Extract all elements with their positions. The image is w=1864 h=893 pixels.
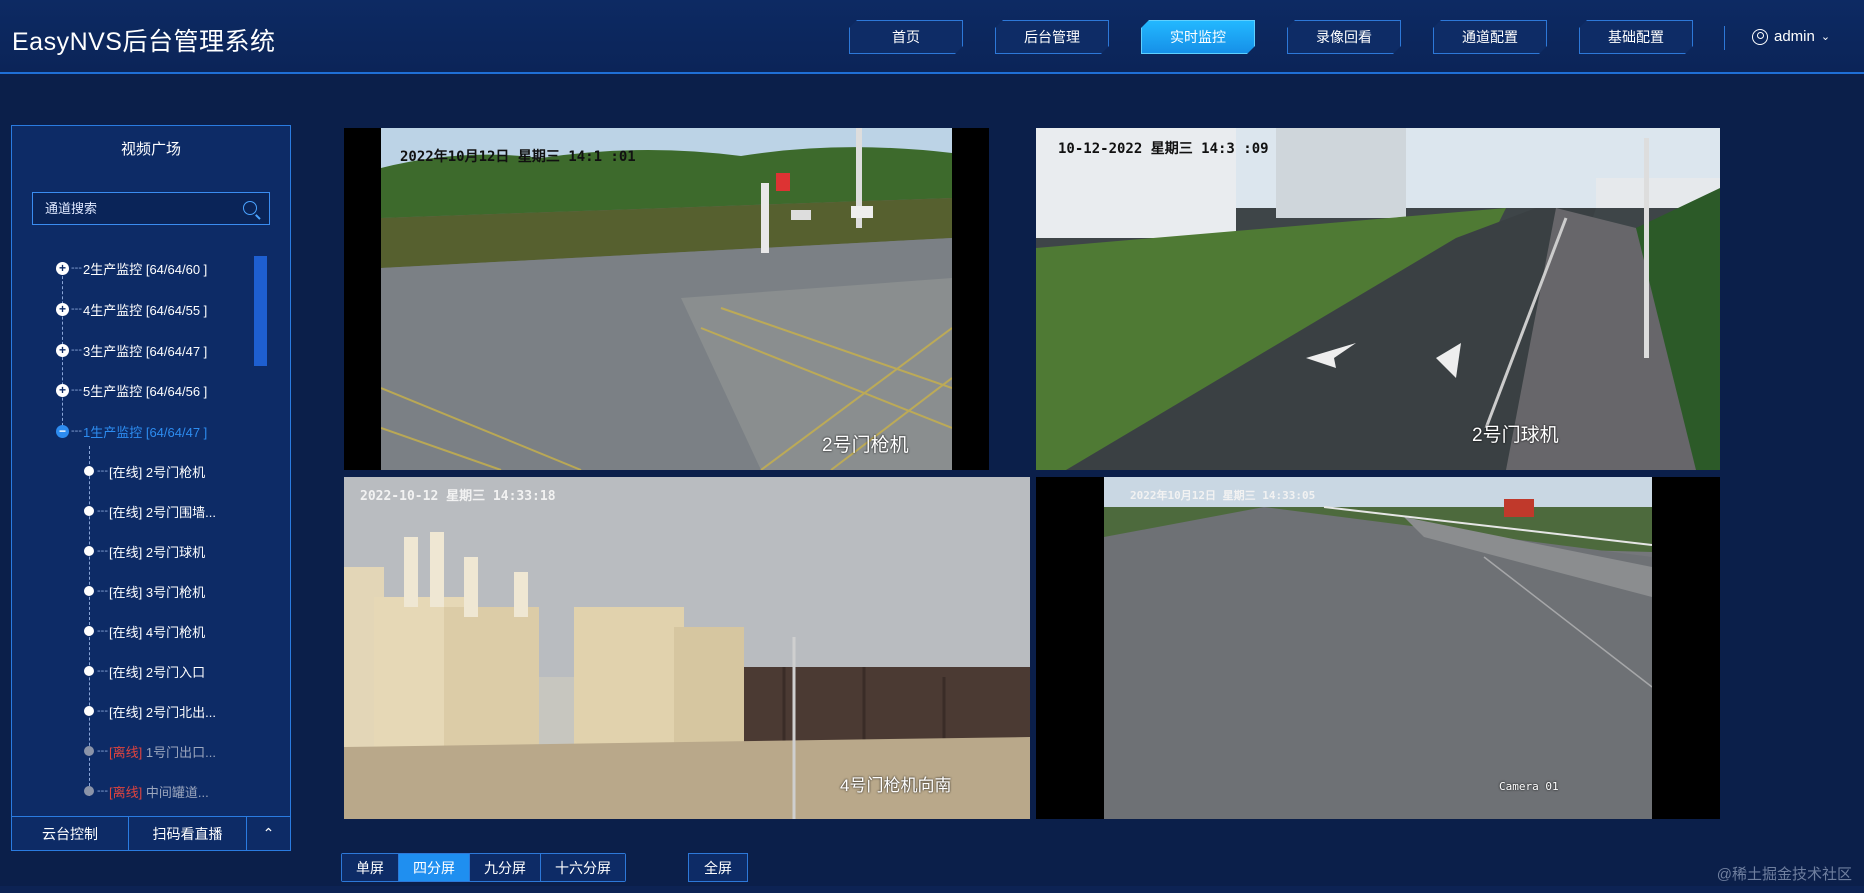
tree-group-expanded[interactable]: − --- 1生产监控 [64/64/47 ] [56, 419, 207, 443]
tree-group[interactable]: + --- 4生产监控 [64/64/55 ] [56, 297, 207, 321]
nav-divider [1724, 26, 1725, 50]
layout-sixteen-button[interactable]: 十六分屏 [541, 854, 625, 881]
collapse-footer-button[interactable]: ⌃ [247, 817, 290, 850]
camera-feed-image [381, 128, 952, 470]
video-grid: 2022年10月12日 星期三 14:1 :01 2号门枪机 10-12-202… [344, 128, 1720, 819]
scan-live-button[interactable]: 扫码看直播 [129, 817, 247, 850]
camera-label: Camera 01 [1499, 780, 1559, 793]
video-cell-1[interactable]: 2022年10月12日 星期三 14:1 :01 2号门枪机 [344, 128, 989, 470]
app-title: EasyNVS后台管理系统 [12, 28, 276, 56]
sidebar-footer: 云台控制 扫码看直播 ⌃ [12, 816, 290, 850]
online-dot-icon [84, 666, 94, 676]
layout-single-button[interactable]: 单屏 [342, 854, 399, 881]
offline-dot-icon [84, 786, 94, 796]
online-dot-icon [84, 506, 94, 516]
user-name: admin [1774, 28, 1815, 45]
online-dot-icon [84, 586, 94, 596]
bottom-strip [0, 886, 1864, 893]
channel-item[interactable]: --- [在线] 2号门围墙... [84, 499, 216, 523]
collapse-icon[interactable]: − [56, 424, 69, 438]
tree-group[interactable]: + --- 3生产监控 [64/64/47 ] [56, 338, 207, 362]
scrollbar[interactable] [254, 256, 267, 366]
camera-feed-image [1104, 477, 1652, 819]
camera-label: 2号门枪机 [822, 435, 909, 456]
nav-playback[interactable]: 录像回看 [1287, 20, 1401, 54]
chevron-down-icon: ⌄ [1820, 31, 1831, 43]
fullscreen-button[interactable]: 全屏 [688, 853, 748, 882]
expand-icon[interactable]: + [56, 343, 69, 357]
expand-icon[interactable]: + [56, 383, 69, 397]
channel-item[interactable]: --- [在线] 2号门入口 [84, 659, 205, 683]
channel-item-offline[interactable]: --- [离线] 中间罐道... [84, 779, 209, 803]
offline-dot-icon [84, 746, 94, 756]
online-dot-icon [84, 706, 94, 716]
tree-group[interactable]: + --- 5生产监控 [64/64/56 ] [56, 378, 207, 402]
chevron-up-icon: ⌃ [262, 825, 275, 841]
channel-item[interactable]: --- [在线] 2号门北出... [84, 699, 216, 723]
nav-basic-config[interactable]: 基础配置 [1579, 20, 1693, 54]
nav-channel-config[interactable]: 通道配置 [1433, 20, 1547, 54]
layout-nine-button[interactable]: 九分屏 [470, 854, 541, 881]
video-cell-4[interactable]: 2022年10月12日 星期三 14:33:05 Camera 01 [1036, 477, 1720, 819]
layout-switcher: 单屏 四分屏 九分屏 十六分屏 [341, 853, 626, 882]
expand-icon[interactable]: + [56, 261, 69, 275]
channel-item[interactable]: --- [在线] 3号门枪机 [84, 579, 205, 603]
camera-timestamp: 2022年10月12日 星期三 14:33:05 [1130, 489, 1316, 502]
tree-group[interactable]: + --- 2生产监控 [64/64/60 ] [56, 256, 207, 280]
video-cell-2[interactable]: 10-12-2022 星期三 14:3 :09 2号门球机 [1036, 128, 1720, 470]
channel-item[interactable]: --- [在线] 4号门枪机 [84, 619, 205, 643]
nav-live-monitor[interactable]: 实时监控 [1141, 20, 1255, 54]
user-icon [1752, 28, 1768, 45]
watermark: @稀土掘金技术社区 [1716, 866, 1852, 883]
channel-item-offline[interactable]: --- [离线] 1号门出口... [84, 739, 216, 763]
camera-timestamp: 2022-10-12 星期三 14:33:18 [360, 489, 556, 504]
online-dot-icon [84, 546, 94, 556]
channel-item[interactable]: --- [在线] 2号门球机 [84, 539, 205, 563]
video-cell-3[interactable]: 2022-10-12 星期三 14:33:18 4号门枪机向南 [344, 477, 1030, 819]
camera-feed-image [344, 477, 1030, 819]
ptz-control-button[interactable]: 云台控制 [12, 817, 129, 850]
sidebar-panel: 视频广场 +--- 2生产监控 [64/64/60 ] +--- 4生产监控 [… [11, 125, 291, 851]
camera-feed-image [1036, 128, 1720, 470]
online-dot-icon [84, 626, 94, 636]
channel-item[interactable]: --- [在线] 2号门枪机 [84, 459, 205, 483]
layout-quad-button[interactable]: 四分屏 [399, 854, 470, 881]
camera-timestamp: 2022年10月12日 星期三 14:1 :01 [400, 149, 636, 165]
camera-timestamp: 10-12-2022 星期三 14:3 :09 [1058, 141, 1269, 157]
channel-tree: + --- 2生产监控 [64/64/60 ] + --- 4生产监控 [64/64… [12, 126, 252, 850]
nav-home[interactable]: 首页 [849, 20, 963, 54]
user-menu[interactable]: admin ⌄ [1752, 28, 1830, 45]
camera-label: 4号门枪机向南 [840, 776, 952, 795]
nav-backend[interactable]: 后台管理 [995, 20, 1109, 54]
top-header: EasyNVS后台管理系统 首页 后台管理 实时监控 录像回看 通道配置 基础配… [0, 0, 1864, 74]
expand-icon[interactable]: + [56, 302, 69, 316]
camera-label: 2号门球机 [1472, 425, 1559, 446]
online-dot-icon [84, 466, 94, 476]
